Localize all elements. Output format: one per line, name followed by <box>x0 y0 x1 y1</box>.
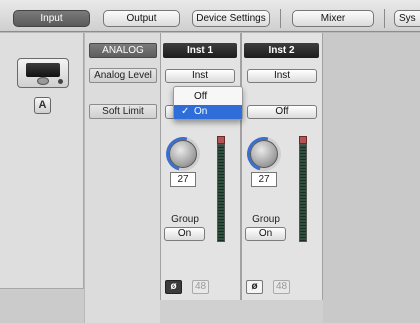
channel-name: Inst 1 <box>163 43 237 58</box>
group-button[interactable]: On <box>245 227 286 241</box>
level-meter <box>217 144 225 242</box>
checkmark-icon: ✓ <box>181 106 190 117</box>
dropdown-option-on[interactable]: ✓ On <box>174 105 242 119</box>
group-label: Group <box>171 214 199 225</box>
phase-invert-button[interactable]: ø <box>246 280 263 294</box>
device-panel-footer <box>0 288 84 323</box>
device-screen <box>26 63 60 77</box>
tab-output[interactable]: Output <box>103 10 180 27</box>
soft-limit-label: Soft Limit <box>89 104 157 119</box>
tab-mixer[interactable]: Mixer <box>292 10 374 27</box>
dropdown-option-label: Off <box>194 91 208 102</box>
dropdown-option-off[interactable]: Off <box>174 90 242 104</box>
gain-knob[interactable] <box>250 140 278 168</box>
audio-interface-icon[interactable] <box>17 58 69 88</box>
gain-value[interactable]: 27 <box>251 172 277 187</box>
phase-invert-button[interactable]: ø <box>165 280 182 294</box>
channel-strip-footer <box>241 300 323 323</box>
analog-level-select[interactable]: Inst <box>247 69 317 83</box>
tab-separator <box>280 9 281 28</box>
device-knob-icon <box>37 77 49 85</box>
unit-badge[interactable]: A <box>34 97 51 114</box>
level-meter <box>299 144 307 242</box>
device-led-icon <box>58 79 63 84</box>
group-button[interactable]: On <box>164 227 205 241</box>
phantom-power-button[interactable]: 48 <box>192 280 209 294</box>
analog-level-select[interactable]: Inst <box>165 69 235 83</box>
tab-device-settings[interactable]: Device Settings <box>192 10 270 27</box>
clip-indicator[interactable] <box>299 136 307 144</box>
analog-level-label: Analog Level <box>89 68 157 83</box>
tab-system[interactable]: Sys <box>394 10 420 27</box>
dropdown-option-label: On <box>194 106 208 117</box>
channel-strip-footer <box>160 300 241 323</box>
gain-knob[interactable] <box>169 140 197 168</box>
tab-input[interactable]: Input <box>13 10 90 27</box>
soft-limit-select[interactable]: Off <box>247 105 317 119</box>
empty-channel-area <box>323 33 420 323</box>
gain-value[interactable]: 27 <box>170 172 196 187</box>
analog-section-label: ANALOG <box>89 43 157 58</box>
top-tab-bar: Input Output Device Settings Mixer Sys <box>0 0 420 32</box>
soft-limit-dropdown-menu: Off ✓ On <box>173 86 243 120</box>
tab-separator <box>384 9 385 28</box>
phantom-power-button[interactable]: 48 <box>273 280 290 294</box>
clip-indicator[interactable] <box>217 136 225 144</box>
group-label: Group <box>252 214 280 225</box>
channel-name: Inst 2 <box>244 43 319 58</box>
